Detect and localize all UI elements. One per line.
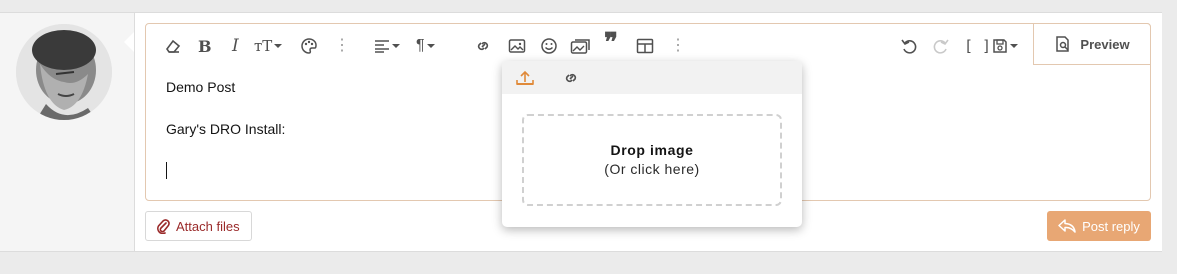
eraser-icon[interactable] [164,35,182,57]
redo-icon[interactable] [932,35,950,57]
more-dots-icon[interactable]: ⋮ [334,35,350,57]
smiley-icon[interactable] [540,35,558,57]
align-icon[interactable] [374,35,400,57]
link-icon[interactable] [548,61,594,94]
dropzone-subtitle: (Or click here) [604,161,700,177]
avatar[interactable] [16,24,112,120]
preview-icon [1056,36,1070,52]
fullscreen-brackets-icon[interactable]: [ ] [964,35,991,57]
undo-icon[interactable] [900,35,918,57]
preview-label: Preview [1080,36,1130,52]
post-reply-button[interactable]: Post reply [1047,211,1151,241]
bold-icon[interactable]: B [198,35,212,57]
content-line: Gary's DRO Install: [166,121,286,137]
image-icon[interactable] [508,35,526,57]
text-size-icon[interactable]: тT [254,35,283,57]
save-draft-icon[interactable] [992,35,1018,57]
palette-icon[interactable] [300,35,318,57]
attach-files-button[interactable]: Attach files [145,211,252,241]
quote-icon[interactable]: ❞ [604,28,618,58]
attach-files-label: Attach files [176,218,240,234]
more-dots-icon[interactable]: ⋮ [670,35,686,57]
editor-toolbar: B I тT ⋮ ¶ ❞ ⋮ [ ] Preview [146,23,1151,66]
italic-icon[interactable]: I [232,35,239,57]
popup-tabs [502,61,802,94]
text-cursor [166,162,167,179]
preview-button[interactable]: Preview [1033,23,1151,65]
post-reply-label: Post reply [1082,218,1140,234]
content-line: Demo Post [166,79,236,95]
upload-icon[interactable] [502,61,548,94]
insert-image-popup: Drop image (Or click here) [502,61,802,227]
image-dropzone[interactable]: Drop image (Or click here) [522,114,782,206]
paragraph-icon[interactable]: ¶ [416,35,435,57]
reply-arrow-icon [1058,219,1076,233]
dropzone-title: Drop image [610,142,694,158]
paperclip-icon [157,219,170,234]
media-gallery-icon[interactable] [570,35,592,57]
link-icon[interactable] [474,35,492,57]
table-icon[interactable] [636,35,654,57]
panel-pointer [124,32,134,52]
